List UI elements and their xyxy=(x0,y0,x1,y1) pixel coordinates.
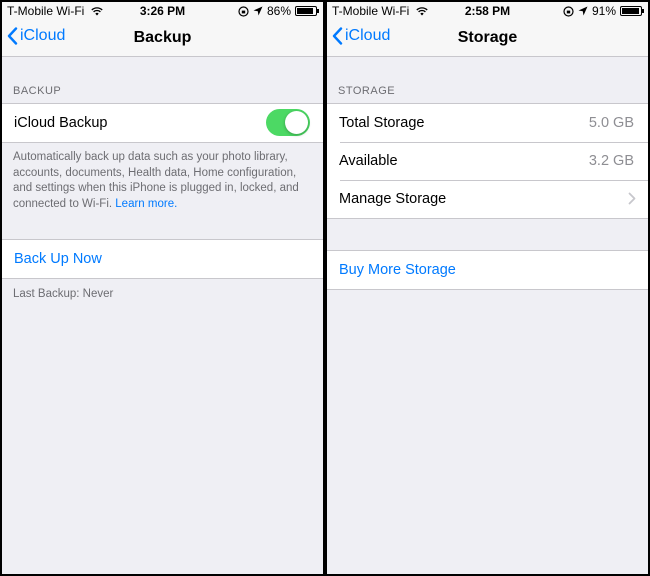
orientation-lock-icon xyxy=(238,5,249,17)
status-bar: T-Mobile Wi-Fi 3:26 PM 86% xyxy=(2,2,323,20)
icloud-backup-label: iCloud Backup xyxy=(14,115,108,131)
location-arrow-icon xyxy=(253,6,263,16)
orientation-lock-icon xyxy=(563,5,574,17)
row-value: 3.2 GB xyxy=(588,153,634,169)
buy-more-storage-label: Buy More Storage xyxy=(339,262,456,278)
backup-now-group: Back Up Now xyxy=(2,239,323,279)
section-header-storage: STORAGE xyxy=(338,85,396,97)
battery-icon xyxy=(620,6,644,16)
nav-bar: iCloud Backup xyxy=(2,20,323,57)
buy-more-storage-button[interactable]: Buy More Storage xyxy=(327,251,648,289)
backup-description: Automatically back up data such as your … xyxy=(13,150,313,212)
battery-percent: 91% xyxy=(591,4,616,18)
toggle-knob xyxy=(285,111,308,134)
section-header-backup: BACKUP xyxy=(13,85,62,97)
total-storage-row: Total Storage 5.0 GB xyxy=(327,104,648,142)
icloud-backup-toggle[interactable] xyxy=(266,109,310,136)
buy-more-group: Buy More Storage xyxy=(327,250,648,290)
status-bar: T-Mobile Wi-Fi 2:58 PM 91% xyxy=(327,2,648,20)
storage-group: Total Storage 5.0 GB Available 3.2 GB Ma… xyxy=(327,103,648,219)
row-label: Available xyxy=(339,153,398,169)
page-title: Backup xyxy=(133,29,192,46)
last-backup-text: Last Backup: Never xyxy=(13,288,114,300)
nav-bar: iCloud Storage xyxy=(327,20,648,57)
row-label: Manage Storage xyxy=(339,191,447,207)
storage-screen: T-Mobile Wi-Fi 2:58 PM 91% iCloud Storag… xyxy=(327,2,648,574)
chevron-right-icon xyxy=(628,192,636,205)
battery-percent: 86% xyxy=(266,4,291,18)
backup-screen: T-Mobile Wi-Fi 3:26 PM 86% iCloud Backup… xyxy=(2,2,323,574)
row-value: 5.0 GB xyxy=(588,115,634,131)
back-up-now-label: Back Up Now xyxy=(14,251,102,267)
location-arrow-icon xyxy=(578,6,588,16)
page-title: Storage xyxy=(457,29,518,46)
icloud-backup-row: iCloud Backup xyxy=(2,104,323,142)
learn-more-link[interactable]: Learn more. xyxy=(115,198,177,210)
battery-icon xyxy=(295,6,319,16)
backup-group: iCloud Backup xyxy=(2,103,323,143)
available-row: Available 3.2 GB xyxy=(327,142,648,180)
manage-storage-row[interactable]: Manage Storage xyxy=(327,180,648,218)
back-up-now-button[interactable]: Back Up Now xyxy=(2,240,323,278)
row-label: Total Storage xyxy=(339,115,425,131)
